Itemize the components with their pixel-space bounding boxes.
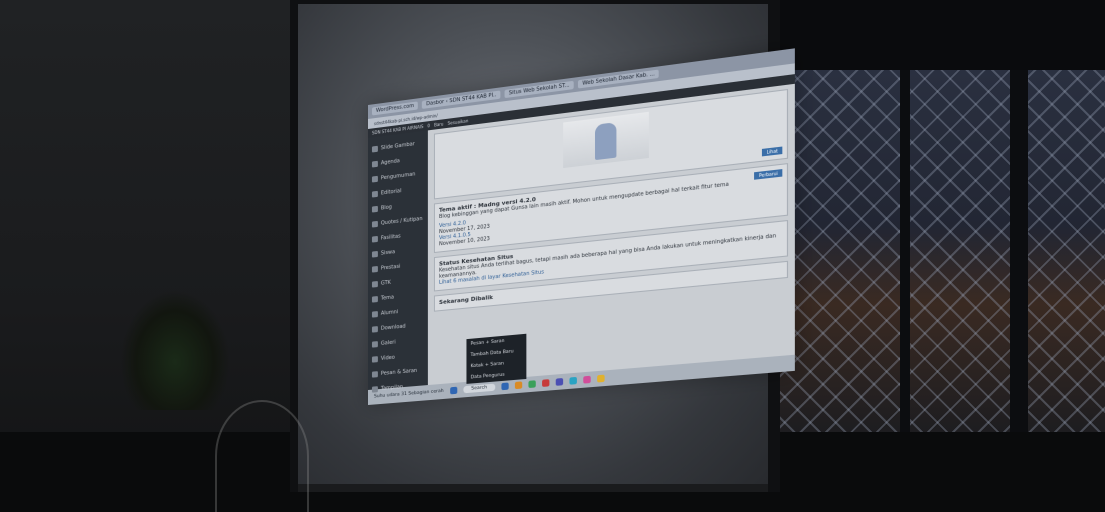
menu-icon: [372, 220, 378, 227]
admin-bar-comments[interactable]: 0: [427, 123, 430, 128]
wp-admin-body: Slide Gambar Agenda Pengumuman Editorial…: [368, 84, 795, 390]
menu-icon: [372, 265, 378, 272]
ceiling: [770, 0, 1105, 75]
sidebar-item-label: Tampilan: [381, 384, 403, 392]
potted-plant: [120, 290, 230, 410]
menu-icon: [372, 326, 378, 333]
menu-icon: [372, 386, 378, 392]
menu-icon: [372, 341, 378, 348]
taskbar-app-icon[interactable]: [502, 382, 509, 390]
taskbar-app-icon[interactable]: [515, 381, 522, 389]
sidebar-item-label: Fasilitas: [381, 233, 401, 241]
dashboard-content: Lihat Perbarui Tema aktif : Madng versi …: [428, 84, 795, 385]
menu-icon: [372, 356, 378, 363]
profile-view-button[interactable]: Lihat: [762, 147, 782, 157]
menu-icon: [372, 280, 378, 287]
window-fence: [770, 70, 1105, 460]
sidebar-item-label: Prestasi: [381, 263, 400, 271]
taskbar-search[interactable]: Search: [463, 384, 495, 394]
menu-icon: [372, 311, 378, 318]
menu-icon: [372, 296, 378, 303]
admin-bar-new[interactable]: Baru: [434, 121, 443, 127]
projected-desktop: WordPress.com Dasbor ‹ SDN ST44 KAB PI..…: [368, 48, 795, 405]
menu-icon: [372, 371, 378, 378]
sidebar-item-label: Siswa: [381, 249, 395, 257]
menu-icon: [372, 175, 378, 182]
menu-icon: [372, 190, 378, 197]
sidebar-item-label: Pengumuman: [381, 171, 416, 181]
menu-icon: [372, 205, 378, 212]
taskbar-app-icon[interactable]: [529, 380, 536, 388]
sidebar-item-label: Galeri: [381, 339, 396, 346]
sidebar-item-label: Agenda: [381, 158, 400, 166]
fence-pillar: [1010, 70, 1028, 460]
taskbar-app-icon[interactable]: [542, 379, 549, 387]
taskbar-app-icon[interactable]: [556, 378, 563, 386]
taskbar-app-icon[interactable]: [583, 376, 590, 384]
taskbar-app-icon[interactable]: [597, 375, 604, 383]
sidebar-item-label: Tema: [381, 294, 394, 301]
profile-photo: [563, 112, 649, 168]
screen-bottom-bar: [298, 484, 768, 492]
flyout-menu: Pesan + Saran Tambah Data Baru Kotak + S…: [466, 334, 526, 384]
admin-sidebar: Slide Gambar Agenda Pengumuman Editorial…: [368, 130, 428, 390]
menu-icon: [372, 235, 378, 242]
sidebar-item-label: Quotes / Kutipan: [381, 215, 423, 226]
sidebar-item-label: Video: [381, 354, 395, 361]
menu-icon: [372, 145, 378, 152]
search-label: Search: [471, 385, 487, 391]
sidebar-item-label: Editorial: [381, 188, 402, 196]
sidebar-item-label: GTK: [381, 279, 391, 286]
windows-start-icon[interactable]: [450, 387, 457, 395]
sidebar-item-label: Slide Gambar: [381, 141, 415, 151]
sidebar-item-label: Download: [381, 323, 406, 331]
menu-icon: [372, 250, 378, 257]
chair-back: [215, 400, 309, 512]
sidebar-item-label: Pesan & Saran: [381, 367, 417, 376]
sidebar-item-label: Blog: [381, 204, 392, 211]
menu-icon: [372, 160, 378, 167]
sidebar-item-label: Alumni: [381, 309, 398, 317]
taskbar-app-icon[interactable]: [570, 377, 577, 385]
fence-pillar: [900, 70, 910, 460]
